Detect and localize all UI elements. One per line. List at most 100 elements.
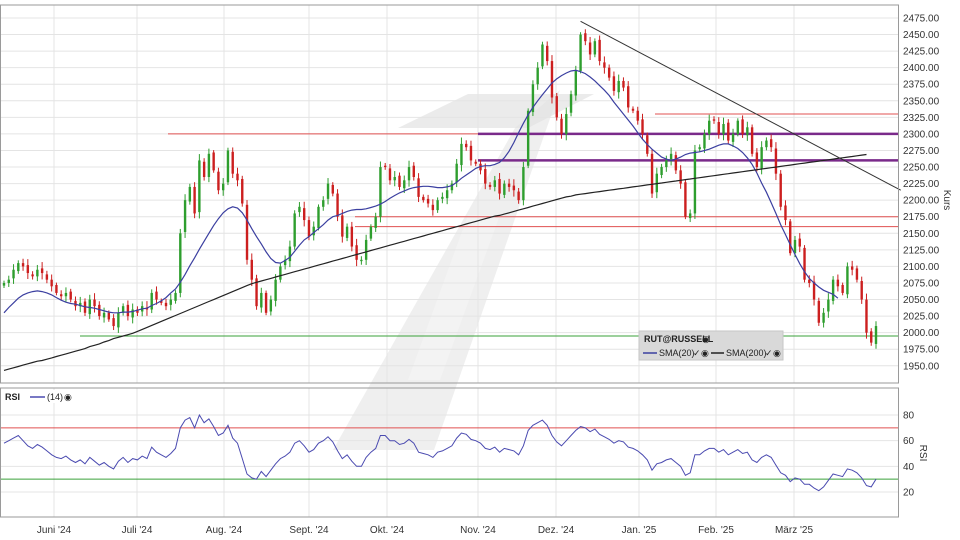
candle-body-116 [555,96,558,118]
candle-body-103 [493,180,496,187]
candle-body-64 [307,220,311,237]
candle-body-133 [636,110,639,121]
x-tick-label-4: Okt. '24 [370,525,405,536]
candle-body-168 [803,247,806,280]
candle-body-108 [517,191,520,201]
candle-body-107 [512,185,516,191]
candle-body-86 [412,165,415,177]
candle-body-2 [12,269,15,279]
candle-body-124 [593,41,597,55]
candle-body-126 [603,62,606,68]
candle-body-92 [441,196,444,199]
candle-body-85 [407,167,411,181]
candle-body-141 [674,155,678,171]
legend-symbol-icon[interactable]: ◉ [702,334,710,344]
rsi-legend-period: (14) [47,392,63,402]
candle-body-161 [769,139,773,148]
x-tick-label-3: Sept. '24 [289,525,329,536]
candle-body-41 [198,160,201,213]
x-tick-label-6: Dez. '24 [538,525,575,536]
candle-body-95 [455,163,458,183]
rsi-legend-name: RSI [5,392,20,402]
candle-body-7 [36,269,39,277]
candle-body-169 [808,279,811,283]
candle-body-52 [250,259,253,280]
candle-body-36 [174,292,177,301]
x-tick-label-2: Aug. '24 [206,525,243,536]
x-tick-label-7: Jan. '25 [622,525,657,536]
candle-body-158 [755,152,759,168]
price-tick-label-18: 2400.00 [903,63,940,74]
candle-body-164 [784,205,787,221]
candle-body-60 [288,246,292,262]
candle-body-21 [102,312,106,318]
rsi-legend-settings-icon[interactable]: ◉ [64,392,72,402]
legend-sma200-check-icon[interactable]: ✓ [765,348,773,358]
candle-body-63 [302,208,306,221]
candle-body-81 [388,168,392,181]
candle-body-76 [364,239,368,260]
candle-body-45 [217,171,220,191]
candle-body-151 [722,123,725,134]
price-tick-label-4: 2050.00 [903,295,940,306]
candle-body-130 [622,80,625,88]
candle-body-121 [579,34,582,71]
sma20-line [3,69,839,314]
candle-body-98 [469,145,473,161]
candle-body-140 [669,153,673,160]
candle-body-54 [260,292,263,308]
candle-body-84 [403,180,406,189]
candle-body-179 [855,268,859,280]
stock-chart: 1950.00 1975.00 2000.00 2025.00 2050.00 2075.… [0,4,952,536]
candle-body-61 [293,213,296,247]
candle-body-78 [374,216,377,229]
candle-body-143 [684,182,687,217]
x-tick-label-5: Nov. '24 [460,525,496,536]
candle-body-83 [398,175,401,187]
price-tick-label-1: 1975.00 [903,345,940,356]
candle-body-157 [750,127,754,154]
candle-body-12 [59,294,63,297]
candle-body-159 [760,147,763,169]
candle-body-99 [474,161,477,164]
candle-body-91 [436,200,439,211]
candle-body-149 [712,119,716,121]
candle-body-4 [21,263,25,267]
candle-body-1 [7,279,10,283]
candle-body-152 [727,122,730,141]
candle-body-6 [31,274,34,277]
candle-body-102 [488,184,492,187]
candle-body-146 [698,147,701,150]
candle-body-20 [98,304,101,317]
candle-body-122 [584,33,587,42]
candle-body-51 [245,204,249,260]
candle-body-138 [660,167,663,176]
candle-body-119 [569,94,573,113]
price-tick-label-2: 2000.00 [903,328,940,339]
candle-body-56 [269,299,273,312]
candle-body-176 [841,284,844,293]
candle-body-174 [831,279,835,301]
candle-body-24 [117,312,120,328]
candle-body-82 [393,176,396,181]
candle-body-156 [746,127,749,136]
legend-sma20-settings-icon[interactable]: ◉ [701,348,709,358]
x-tick-label-0: Juni '24 [37,525,72,536]
price-tick-label-0: 1950.00 [903,361,940,372]
candle-body-75 [360,259,363,262]
price-tick-label-12: 2250.00 [903,163,940,174]
price-tick-label-14: 2300.00 [903,129,940,140]
candle-body-80 [384,165,387,168]
legend-sma200-settings-icon[interactable]: ◉ [773,348,781,358]
candle-body-71 [341,215,344,237]
watermark-logo [333,90,594,450]
price-tick-label-15: 2325.00 [903,113,940,124]
price-tick-label-6: 2100.00 [903,262,940,273]
candle-body-49 [236,173,239,181]
candle-body-166 [793,239,797,254]
candle-body-42 [202,161,206,177]
candle-body-105 [503,183,506,195]
legend-sma20-check-icon[interactable]: ✓ [693,348,701,358]
candle-body-145 [693,150,697,214]
rsi-tick-label-0: 80 [903,411,915,422]
